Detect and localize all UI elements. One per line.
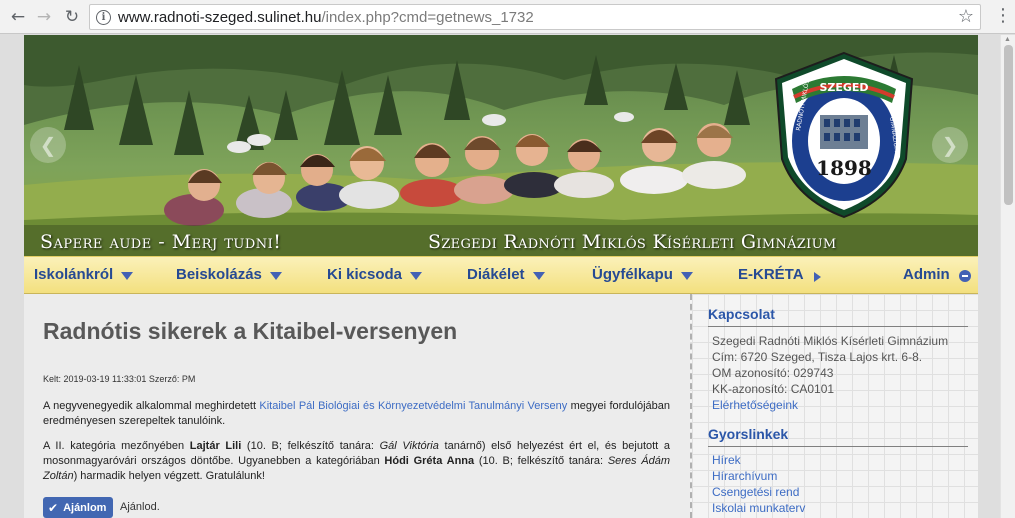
page-scrollbar[interactable]: ▲ (1000, 35, 1015, 518)
teacher-name: Gál Viktória (379, 440, 439, 452)
quicklink-item[interactable]: Hírek (712, 453, 741, 467)
nav-label: Beiskolázás (176, 266, 262, 283)
article-title: Radnótis sikerek a Kitaibel-versenyen (43, 318, 458, 344)
logo-year: 1898 (816, 156, 872, 180)
chevron-down-icon (269, 271, 282, 280)
address-bar[interactable]: i www.radnoti-szeged.sulinet.hu/index.ph… (89, 4, 981, 30)
nav-label: Diákélet (467, 266, 525, 283)
article-paragraph-1: A negyvenegyedik alkalommal meghirdetett… (43, 399, 670, 429)
nav-label: Iskolánkról (34, 266, 114, 283)
text-span: A II. kategória mezőnyében (43, 440, 190, 452)
forward-arrow-icon[interactable]: → (32, 5, 56, 29)
back-arrow-icon[interactable]: ← (6, 5, 30, 29)
chevron-down-icon (680, 271, 693, 280)
nav-beiskolazas[interactable]: Beiskolázás (176, 266, 282, 283)
contact-line: KK-azonosító: CA0101 (712, 382, 835, 396)
recommend-button[interactable]: ✔ Ajánlom (43, 497, 114, 518)
nav-iskolankrol[interactable]: Iskolánkról (34, 266, 134, 283)
recommend-button-label: Ajánlom (63, 501, 107, 514)
contact-line: Szegedi Radnóti Miklós Kísérleti Gimnázi… (712, 334, 949, 348)
web-page: ❮ ❯ SZEGED 1898 RADNÓTI MIKLÓS GIMNÁZIUM… (24, 35, 978, 518)
student-name: Hódi Gréta Anna (384, 455, 475, 467)
nav-diakelet[interactable]: Diákélet (467, 266, 545, 283)
header-banner: ❮ ❯ SZEGED 1898 RADNÓTI MIKLÓS GIMNÁZIUM… (24, 35, 978, 256)
reload-icon[interactable]: ↻ (60, 5, 84, 29)
nav-ugyfelkapu[interactable]: Ügyfélkapu (592, 266, 693, 283)
bookmark-star-icon[interactable]: ☆ (958, 6, 974, 27)
chevron-down-icon (532, 271, 545, 280)
text-span: (10. B; felkészítő tanára: (241, 440, 380, 452)
url-path: /index.php?cmd=getnews_1732 (321, 9, 534, 26)
contact-link[interactable]: Elérhetőségeink (712, 398, 798, 412)
logo-city: SZEGED (819, 81, 868, 94)
scroll-up-icon[interactable]: ▲ (1004, 36, 1011, 43)
contact-line: Cím: 6720 Szeged, Tisza Lajos krt. 6-8. (712, 350, 923, 364)
url-host: www.radnoti-szeged.sulinet.hu (118, 9, 322, 26)
school-logo[interactable]: SZEGED 1898 RADNÓTI MIKLÓS GIMNÁZIUM (772, 49, 917, 219)
article-paragraph-2: A II. kategória mezőnyében Lajtár Lili (… (43, 439, 670, 484)
divider (708, 446, 968, 447)
check-icon: ✔ (48, 500, 59, 515)
divider (708, 326, 968, 327)
nav-label: E-KRÉTA (738, 266, 804, 283)
nav-e-kreta[interactable]: E-KRÉTA (738, 266, 821, 283)
article-meta: Kelt: 2019-03-19 11:33:01 Szerző: PM (43, 374, 196, 384)
nav-label: Ügyfélkapu (592, 266, 673, 283)
quicklink-item[interactable]: Hírarchívum (712, 469, 777, 483)
nav-label: Admin (903, 266, 950, 283)
menu-dots-icon[interactable]: ⋮ (994, 5, 1012, 26)
contact-heading: Kapcsolat (708, 306, 775, 322)
collapse-circle-icon (958, 270, 971, 282)
recommend-text: Ajánlod. (120, 501, 160, 513)
nav-label: Ki kicsoda (327, 266, 403, 283)
nav-ki-kicsoda[interactable]: Ki kicsoda (327, 266, 423, 283)
chevron-down-icon (121, 271, 134, 280)
chevron-right-icon (813, 271, 821, 282)
student-name: Lajtár Lili (189, 440, 242, 452)
sidebar: Kapcsolat Szegedi Radnóti Miklós Kísérle… (690, 294, 978, 518)
article-area: Radnótis sikerek a Kitaibel-versenyen Ke… (24, 294, 690, 518)
text-span: ) harmadik helyen végzett. Gratulálunk! (73, 470, 265, 482)
quicklinks-heading: Gyorslinkek (708, 426, 789, 442)
nav-admin[interactable]: Admin (903, 266, 971, 283)
text-span: A negyvenegyedik alkalommal meghirdetett (43, 400, 260, 412)
url-text[interactable]: www.radnoti-szeged.sulinet.hu/index.php?… (118, 9, 534, 26)
quicklink-item[interactable]: Csengetési rend (712, 485, 799, 499)
chevron-down-icon (410, 271, 423, 280)
text-span: (10. B; felkészítő tanára: (474, 455, 608, 467)
contact-line: OM azonosító: 029743 (712, 366, 834, 380)
info-icon[interactable]: i (96, 10, 111, 25)
slider-next-icon[interactable]: ❯ (932, 127, 968, 163)
scrollbar-thumb[interactable] (1004, 45, 1013, 205)
browser-toolbar: ← → ↻ i www.radnoti-szeged.sulinet.hu/in… (0, 0, 1015, 34)
banner-motto: Sapere aude - Merj tudni! (40, 231, 282, 253)
banner-school-name: Szegedi Radnóti Miklós Kísérleti Gimnázi… (428, 231, 837, 253)
main-navbar: Iskolánkról Beiskolázás Ki kicsoda Diáké… (24, 256, 978, 294)
quicklink-item[interactable]: Iskolai munkaterv (712, 501, 805, 515)
competition-link[interactable]: Kitaibel Pál Biológiai és Környezetvédel… (259, 400, 567, 412)
slider-prev-icon[interactable]: ❮ (30, 127, 66, 163)
